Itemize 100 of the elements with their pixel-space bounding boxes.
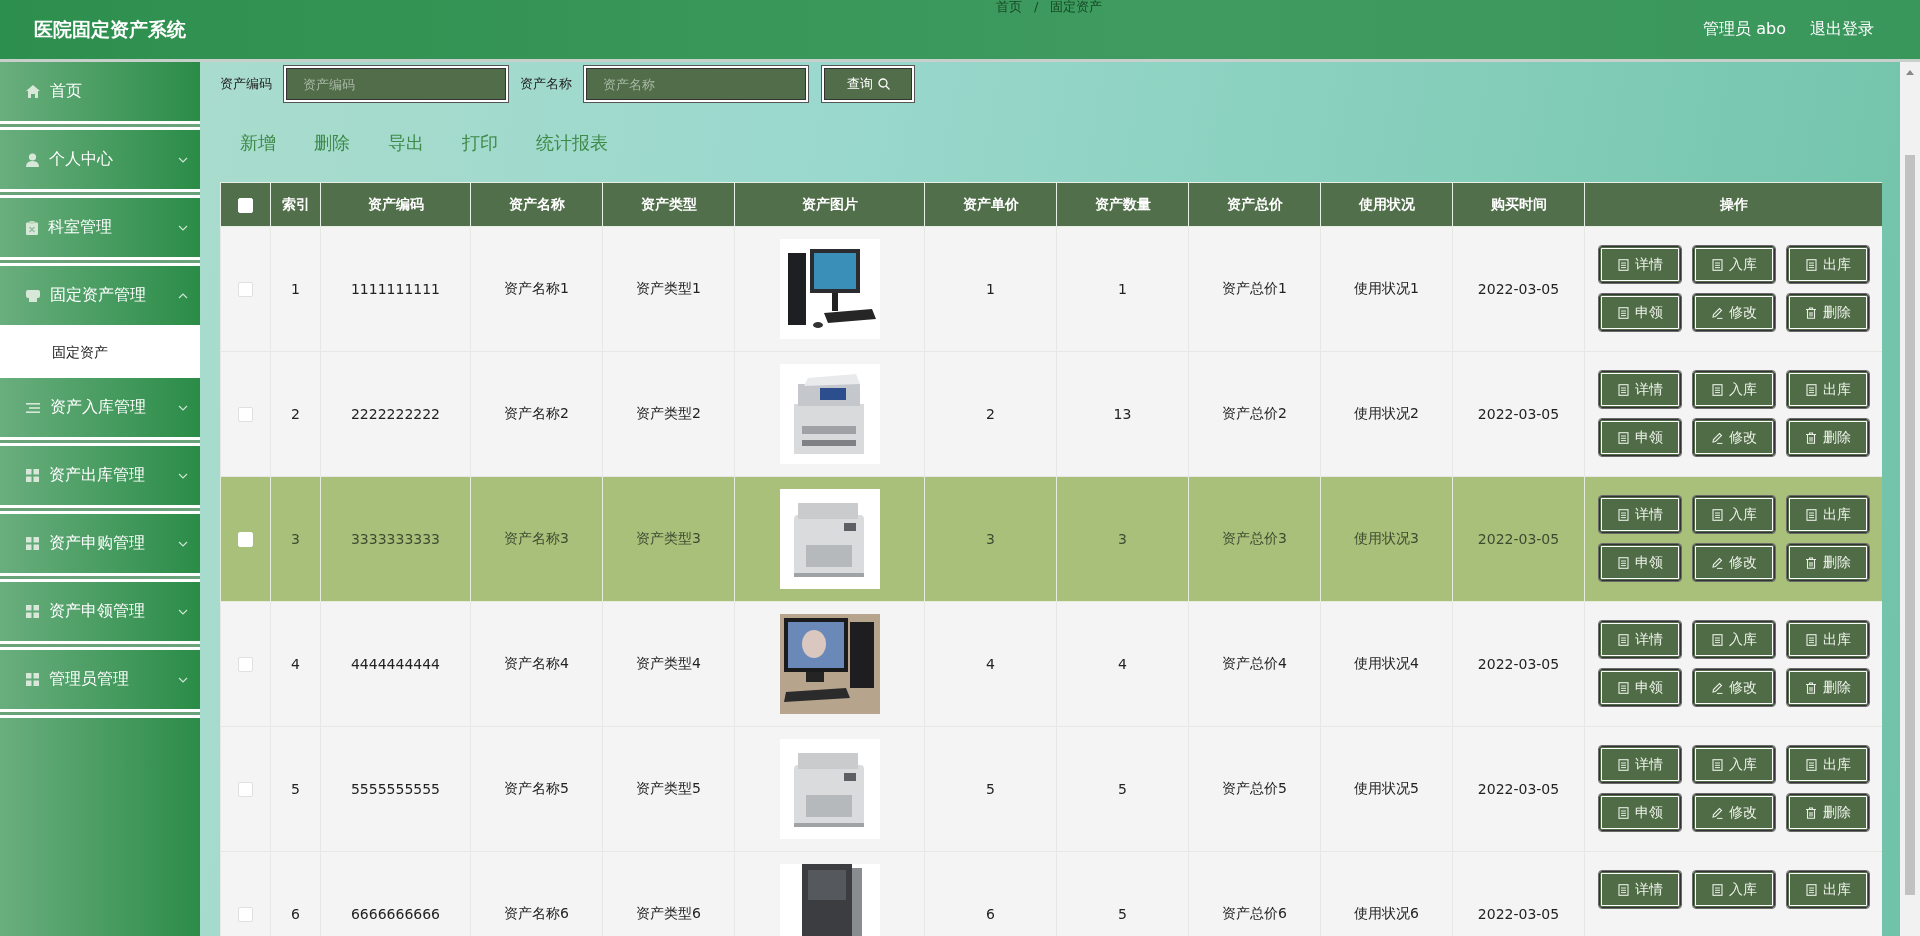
document-icon [1711, 758, 1723, 771]
submenu-item[interactable]: 固定资产 [0, 328, 200, 378]
column-header: 使用状况 [1320, 182, 1453, 227]
trash-icon [1805, 681, 1817, 694]
row-action-button[interactable]: 详情 [1599, 621, 1681, 658]
table-cell: 2222222222 [320, 351, 471, 477]
app-title: 医院固定资产系统 [33, 16, 187, 42]
row-action-button[interactable]: 修改 [1693, 419, 1775, 456]
table-cell: 2 [924, 351, 1057, 477]
row-action-button[interactable]: 出库 [1787, 871, 1869, 908]
chevron-icon [178, 404, 188, 411]
row-action-button[interactable]: 详情 [1599, 246, 1681, 283]
row-action-button[interactable]: 修改 [1693, 294, 1775, 331]
row-action-button[interactable]: 详情 [1599, 746, 1681, 783]
trash-icon [1805, 556, 1817, 569]
document-icon [1711, 508, 1723, 521]
checkbox[interactable] [238, 407, 253, 423]
table-cell: 2022-03-05 [1452, 726, 1585, 852]
checkbox[interactable] [238, 907, 253, 923]
table-cell: 资产名称2 [470, 351, 603, 477]
column-header: 索引 [270, 182, 321, 227]
table-cell: 6 [924, 851, 1057, 936]
action-link[interactable]: 打印 [462, 131, 498, 155]
row-action-button[interactable]: 出库 [1787, 621, 1869, 658]
table-cell: 资产总价4 [1188, 601, 1321, 727]
table-cell: 资产名称3 [470, 476, 603, 602]
breadcrumb-link[interactable]: 固定资产 [1050, 0, 1103, 14]
table-cell: 2022-03-05 [1452, 351, 1585, 477]
document-icon [1805, 508, 1817, 521]
table-cell: 使用状况4 [1320, 601, 1453, 727]
document-icon [1805, 633, 1817, 646]
row-action-button[interactable]: 修改 [1693, 669, 1775, 706]
table-cell: 1111111111 [320, 226, 471, 352]
row-action-button[interactable]: 入库 [1693, 371, 1775, 408]
chevron-icon [178, 472, 188, 479]
grid-icon [26, 469, 39, 482]
checkbox[interactable] [238, 782, 253, 798]
trash-icon [1805, 431, 1817, 444]
clipboard-icon [26, 220, 38, 235]
table-cell: 3 [270, 476, 321, 602]
row-action-button[interactable]: 出库 [1787, 746, 1869, 783]
grid-icon [26, 673, 39, 686]
breadcrumb-link[interactable]: 首页 [996, 0, 1022, 14]
row-action-button[interactable]: 出库 [1787, 496, 1869, 533]
field-label: 资产编码 [220, 75, 272, 93]
row-action-button[interactable]: 删除 [1787, 419, 1869, 456]
table-cell: 2 [270, 351, 321, 477]
row-action-button[interactable]: 详情 [1599, 496, 1681, 533]
table-cell: 5 [1056, 851, 1189, 936]
row-action-button[interactable]: 出库 [1787, 371, 1869, 408]
action-link[interactable]: 删除 [314, 131, 350, 155]
row-action-button[interactable]: 删除 [1787, 669, 1869, 706]
column-header: 资产数量 [1056, 182, 1189, 227]
column-header: 资产类型 [602, 182, 735, 227]
row-action-button[interactable]: 修改 [1693, 794, 1775, 831]
document-icon [1805, 758, 1817, 771]
row-action-button[interactable]: 申领 [1599, 294, 1681, 331]
checkbox[interactable] [238, 282, 253, 298]
table-cell: 13 [1056, 351, 1189, 477]
logout-link[interactable]: 退出登录 [1810, 19, 1874, 40]
row-action-button[interactable]: 删除 [1787, 794, 1869, 831]
table-cell: 资产名称5 [470, 726, 603, 852]
search-field[interactable]: 资产编码 [286, 68, 506, 100]
row-action-button[interactable]: 出库 [1787, 246, 1869, 283]
search-button[interactable]: 查询 [824, 68, 912, 100]
row-action-button[interactable]: 申领 [1599, 544, 1681, 581]
row-action-button[interactable]: 详情 [1599, 871, 1681, 908]
row-action-button[interactable]: 入库 [1693, 871, 1775, 908]
row-action-button[interactable]: 申领 [1599, 419, 1681, 456]
table-cell: 6666666666 [320, 851, 471, 936]
table-cell: 4 [924, 601, 1057, 727]
row-action-button[interactable]: 入库 [1693, 246, 1775, 283]
chevron-icon [178, 608, 188, 615]
document-icon [1617, 556, 1629, 569]
pencil-icon [1711, 556, 1723, 569]
row-action-button[interactable]: 删除 [1787, 544, 1869, 581]
row-action-button[interactable]: 申领 [1599, 794, 1681, 831]
list-icon [26, 401, 40, 414]
row-action-button[interactable]: 入库 [1693, 496, 1775, 533]
row-action-button[interactable]: 入库 [1693, 621, 1775, 658]
breadcrumb-separator: / [1034, 0, 1039, 14]
table-cell: 资产类型4 [602, 601, 735, 727]
column-header: 资产名称 [470, 182, 603, 227]
table-cell: 资产类型1 [602, 226, 735, 352]
search-icon [877, 78, 890, 90]
scrollbar[interactable] [1900, 62, 1920, 936]
row-action-button[interactable]: 详情 [1599, 371, 1681, 408]
row-action-button[interactable]: 申领 [1599, 669, 1681, 706]
row-action-button[interactable]: 入库 [1693, 746, 1775, 783]
table-cell: 资产类型6 [602, 851, 735, 936]
action-link[interactable]: 新增 [240, 131, 276, 155]
row-action-button[interactable]: 修改 [1693, 544, 1775, 581]
row-action-button[interactable]: 删除 [1787, 294, 1869, 331]
table-cell: 资产类型5 [602, 726, 735, 852]
home-icon [26, 85, 40, 98]
table-cell: 使用状况1 [1320, 226, 1453, 352]
search-field[interactable]: 资产名称 [586, 68, 806, 100]
checkbox[interactable] [238, 657, 253, 673]
grid-icon [26, 605, 39, 618]
table-cell: 资产名称6 [470, 851, 603, 936]
